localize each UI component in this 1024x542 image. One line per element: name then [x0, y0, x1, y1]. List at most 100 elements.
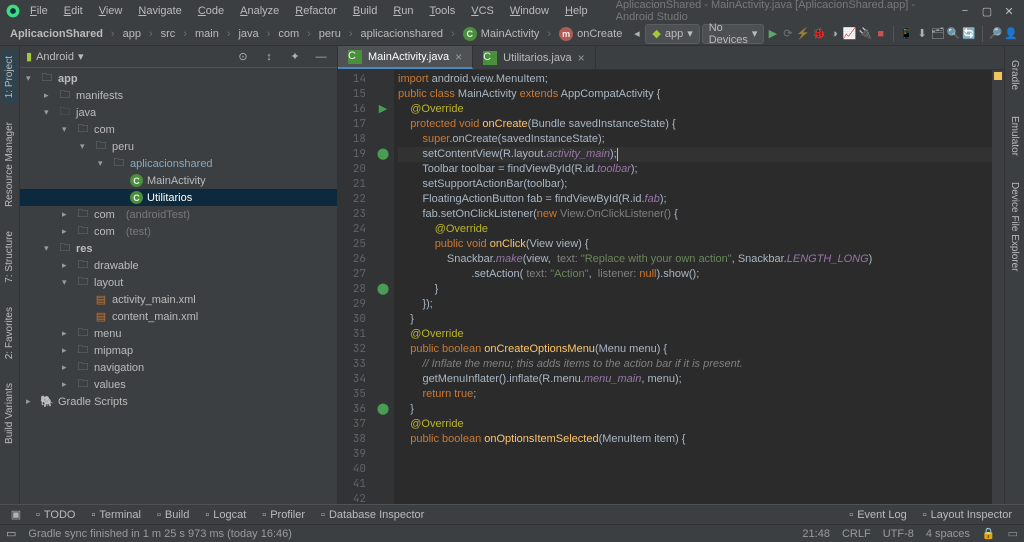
bottom-tool-logcat[interactable]: ▫Logcat: [199, 507, 252, 523]
breadcrumb-app[interactable]: app: [119, 26, 145, 42]
bottom-tool-terminal[interactable]: ▫Terminal: [85, 507, 146, 523]
sidebar-select-opened-file-icon[interactable]: ⊙: [233, 47, 253, 67]
run-button[interactable]: ▶: [766, 24, 779, 44]
device-selector[interactable]: No Devices ▾: [702, 24, 765, 44]
breadcrumb-peru[interactable]: peru: [315, 26, 345, 42]
breadcrumb-oncreate[interactable]: monCreate: [555, 25, 626, 43]
error-stripe[interactable]: [992, 70, 1004, 504]
tree-node-manifests[interactable]: ▸🗀 manifests: [20, 87, 337, 104]
rail-tab-1-project[interactable]: 1: Project: [2, 50, 17, 104]
code-content[interactable]: import android.view.MenuItem;public clas…: [394, 70, 992, 504]
tree-node-drawable[interactable]: ▸🗀 drawable: [20, 257, 337, 274]
tree-node-mainactivity[interactable]: C MainActivity: [20, 172, 337, 189]
menu-run[interactable]: Run: [387, 3, 419, 19]
breadcrumb-java[interactable]: java: [234, 26, 262, 42]
code-editor[interactable]: 14 15 16 17 18 19 20 21 22 23 24 25 26 2…: [338, 70, 1004, 504]
status-notifications-icon[interactable]: ▭: [1008, 527, 1018, 540]
breadcrumb-com[interactable]: com: [274, 26, 303, 42]
resource-manager-button[interactable]: 🗂: [931, 24, 945, 44]
close-tab-icon[interactable]: ×: [578, 52, 585, 64]
breadcrumb-main[interactable]: main: [191, 26, 223, 42]
bottom-tool-layout-inspector[interactable]: ▫Layout Inspector: [917, 507, 1018, 523]
tree-node-mipmap[interactable]: ▸🗀 mipmap: [20, 342, 337, 359]
editor-tab-mainactivity-java[interactable]: C MainActivity.java ×: [338, 46, 473, 69]
tree-node-values[interactable]: ▸🗀 values: [20, 376, 337, 393]
menu-tools[interactable]: Tools: [424, 3, 462, 19]
tree-node-java[interactable]: ▾🗀 java: [20, 104, 337, 121]
tree-node-gradle-scripts[interactable]: ▸🐘 Gradle Scripts: [20, 393, 337, 410]
tree-node-aplicacionshared[interactable]: ▾🗀 aplicacionshared: [20, 155, 337, 172]
stop-button[interactable]: ■: [874, 24, 887, 44]
status-indent[interactable]: 4 spaces: [926, 528, 970, 540]
menu-help[interactable]: Help: [559, 3, 594, 19]
sdk-manager-button[interactable]: ⬇: [916, 24, 929, 44]
status-cursor-position[interactable]: 21:48: [802, 528, 830, 540]
status-line-separator[interactable]: CRLF: [842, 528, 871, 540]
tree-node-com-test[interactable]: ▸🗀 com (test): [20, 223, 337, 240]
ide-settings-button[interactable]: 👤: [1004, 24, 1018, 44]
bottom-tool-database-inspector[interactable]: ▫Database Inspector: [315, 507, 430, 523]
profiler-button[interactable]: 📈: [843, 24, 857, 44]
breadcrumb-src[interactable]: src: [157, 26, 180, 42]
sidebar-settings-icon[interactable]: ✦: [285, 47, 305, 67]
tree-node-app[interactable]: ▾🗀 app: [20, 70, 337, 87]
menu-refactor[interactable]: Refactor: [289, 3, 343, 19]
menu-vcs[interactable]: VCS: [465, 3, 500, 19]
sidebar-expand-icon[interactable]: ↕: [259, 47, 279, 67]
menu-navigate[interactable]: Navigate: [132, 3, 187, 19]
readonly-lock-icon[interactable]: 🔒: [982, 527, 996, 540]
bottom-tool-todo[interactable]: ▫TODO: [30, 507, 81, 523]
run-config-selector[interactable]: ◆ app ▾: [645, 24, 699, 44]
coverage-button[interactable]: ◑: [828, 24, 841, 44]
rail-tab-gradle[interactable]: Gradle: [1007, 54, 1022, 96]
search-everywhere-button[interactable]: 🔎: [989, 24, 1003, 44]
menu-code[interactable]: Code: [192, 3, 230, 19]
tree-node-com[interactable]: ▾🗀 com: [20, 121, 337, 138]
tree-node-com-androidtest[interactable]: ▸🗀 com (androidTest): [20, 206, 337, 223]
apply-code-changes-button[interactable]: ⚡: [796, 24, 810, 44]
menu-edit[interactable]: Edit: [58, 3, 89, 19]
tree-node-layout[interactable]: ▾🗀 layout: [20, 274, 337, 291]
breadcrumb-aplicacionshared[interactable]: AplicacionShared: [6, 26, 107, 42]
tree-node-res[interactable]: ▾🗀 res: [20, 240, 337, 257]
attach-debugger-button[interactable]: 🔌: [858, 24, 872, 44]
breadcrumb-aplicacionshared[interactable]: aplicacionshared: [357, 26, 448, 42]
window-minimize-button[interactable]: −: [956, 2, 974, 20]
tree-node-navigation[interactable]: ▸🗀 navigation: [20, 359, 337, 376]
breadcrumb-mainactivity[interactable]: CMainActivity: [459, 25, 544, 43]
editor-tab-utilitarios-java[interactable]: C Utilitarios.java ×: [473, 46, 595, 69]
tree-node-content-main-xml[interactable]: ▤ content_main.xml: [20, 308, 337, 325]
rail-tab-device-file-explorer[interactable]: Device File Explorer: [1007, 176, 1022, 277]
window-close-button[interactable]: ✕: [1000, 2, 1018, 20]
tree-node-peru[interactable]: ▾🗀 peru: [20, 138, 337, 155]
tree-node-menu[interactable]: ▸🗀 menu: [20, 325, 337, 342]
warning-marker-icon[interactable]: [994, 72, 1002, 80]
status-encoding[interactable]: UTF-8: [883, 528, 914, 540]
project-tree[interactable]: ▾🗀 app ▸🗀 manifests ▾🗀 java ▾🗀 com ▾🗀 pe…: [20, 68, 337, 504]
close-tab-icon[interactable]: ×: [455, 51, 462, 63]
menu-analyze[interactable]: Analyze: [234, 3, 285, 19]
sync-gradle-button[interactable]: 🔄: [962, 24, 976, 44]
bottom-tool-profiler[interactable]: ▫Profiler: [256, 507, 311, 523]
show-toolwindows-icon[interactable]: ▣: [6, 505, 26, 525]
bottom-tool-build[interactable]: ▫Build: [151, 507, 195, 523]
rail-tab-2-favorites[interactable]: 2: Favorites: [2, 301, 17, 365]
tree-node-utilitarios[interactable]: C Utilitarios: [20, 189, 337, 206]
menu-file[interactable]: File: [24, 3, 54, 19]
window-maximize-button[interactable]: ▢: [978, 2, 996, 20]
bottom-tool-event-log[interactable]: ▫Event Log: [843, 507, 912, 523]
sidebar-hide-icon[interactable]: —: [311, 47, 331, 67]
layout-inspector-button[interactable]: 🔍: [947, 24, 961, 44]
menu-window[interactable]: Window: [504, 3, 555, 19]
select-device-back-icon[interactable]: ◂: [630, 24, 643, 44]
avd-manager-button[interactable]: 📱: [900, 24, 914, 44]
menu-build[interactable]: Build: [347, 3, 383, 19]
tree-node-activity-main-xml[interactable]: ▤ activity_main.xml: [20, 291, 337, 308]
rail-tab-emulator[interactable]: Emulator: [1007, 110, 1022, 162]
sidebar-scope-selector[interactable]: ▮ Android ▾: [26, 50, 84, 63]
line-number-gutter[interactable]: 14 15 16 17 18 19 20 21 22 23 24 25 26 2…: [338, 70, 372, 504]
rail-tab-7-structure[interactable]: 7: Structure: [2, 225, 17, 289]
gutter-marks[interactable]: ▶⬤⬤⬤⬤: [372, 70, 394, 504]
menu-view[interactable]: View: [93, 3, 129, 19]
rail-tab-resource-manager[interactable]: Resource Manager: [2, 116, 17, 213]
